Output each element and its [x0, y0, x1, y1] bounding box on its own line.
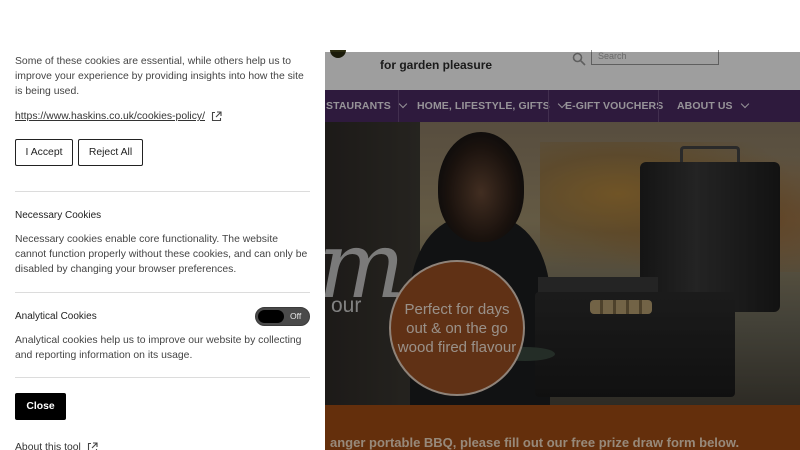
analytical-cookies-toggle[interactable]: Off — [255, 307, 310, 326]
page: for garden pleasure Search STAURANTS HOM… — [0, 0, 800, 450]
cookie-intro-text: Some of these cookies are essential, whi… — [15, 56, 304, 97]
reject-all-button[interactable]: Reject All — [78, 139, 143, 166]
necessary-cookies-title: Necessary Cookies — [15, 210, 102, 221]
cookie-policy-link[interactable]: https://www.haskins.co.uk/cookies-policy… — [15, 111, 222, 122]
section-divider — [15, 377, 310, 378]
close-button[interactable]: Close — [15, 393, 66, 420]
external-link-icon — [211, 111, 222, 122]
about-this-tool-text: About this tool — [15, 442, 81, 450]
section-divider — [15, 292, 310, 293]
analytical-cookies-description: Analytical cookies help us to improve ou… — [15, 335, 302, 361]
accept-button[interactable]: I Accept — [15, 139, 73, 166]
necessary-cookies-description: Necessary cookies enable core functional… — [15, 234, 308, 275]
section-divider — [15, 191, 310, 192]
toggle-knob — [258, 310, 284, 323]
external-link-icon — [87, 442, 98, 450]
about-this-tool-link[interactable]: About this tool — [15, 442, 98, 450]
cookie-consent-panel: Some of these cookies are essential, whi… — [0, 48, 325, 450]
toggle-state-label: Off — [290, 311, 302, 321]
analytical-cookies-title: Analytical Cookies — [15, 311, 97, 322]
cookie-policy-link-text: https://www.haskins.co.uk/cookies-policy… — [15, 111, 205, 122]
